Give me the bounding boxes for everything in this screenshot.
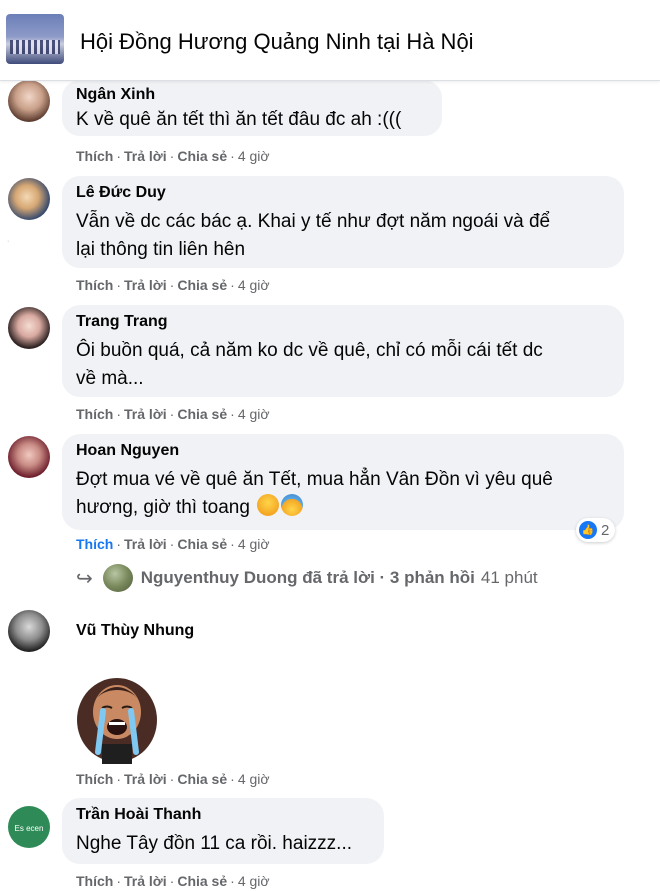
comment-actions: Thích · Trả lời · Chia sẻ · 4 giờ (76, 536, 270, 552)
comment-text: Vẫn về dc các bác ạ. Khai y tế như đợt n… (76, 211, 551, 232)
group-cover-thumbnail[interactable] (6, 14, 64, 64)
share-link[interactable]: Chia sẻ (177, 277, 227, 293)
comment-author[interactable]: Trần Hoài Thanh (76, 806, 201, 824)
comment-bubble: Lê Đức Duy Vẫn về dc các bác ạ. Khai y t… (62, 176, 624, 268)
share-link[interactable]: Chia sẻ (177, 536, 227, 552)
comment-bubble: Ngân Xinh K về quê ăn tết thì ăn tết đâu… (62, 80, 442, 136)
comment-text: lại thông tin liên hên (76, 239, 246, 260)
comment-actions: Thích · Trả lời · Chia sẻ · 4 giờ (76, 873, 270, 889)
comment-time[interactable]: 4 giờ (238, 148, 270, 164)
comment-time[interactable]: 4 giờ (238, 771, 270, 787)
comment-author[interactable]: Ngân Xinh (76, 86, 155, 104)
comment-author[interactable]: Hoan Nguyen (76, 442, 179, 460)
like-icon: 👍 (579, 521, 597, 539)
like-link[interactable]: Thích (76, 148, 113, 164)
reply-link[interactable]: Trả lời (124, 873, 167, 889)
comment-text: Nghe Tây đồn 11 ca rồi. haizzz... (76, 833, 353, 854)
logo-icon: Es ecen (15, 824, 44, 833)
comment-actions: Thích · Trả lời · Chia sẻ · 4 giờ (76, 406, 270, 422)
comment-author[interactable]: Lê Đức Duy (76, 184, 166, 202)
share-link[interactable]: Chia sẻ (177, 406, 227, 422)
crying-girl-sticker (77, 678, 157, 764)
comment-time[interactable]: 4 giờ (238, 536, 270, 552)
reply-arrow-icon: ↪ (76, 567, 93, 590)
reply-link[interactable]: Trả lời (124, 277, 167, 293)
reply-summary-time: 41 phút (480, 568, 538, 587)
reply-link[interactable]: Trả lời (124, 148, 167, 164)
comment-actions: Thích · Trả lời · Chia sẻ · 4 giờ (76, 277, 270, 293)
avatar[interactable]: Es ecen (8, 806, 50, 848)
comment-text: về mà... (76, 368, 144, 389)
comment-time[interactable]: 4 giờ (238, 873, 270, 889)
share-link[interactable]: Chia sẻ (177, 148, 227, 164)
crying-face-icon (257, 494, 280, 516)
comment-actions: Thích · Trả lời · Chia sẻ · 4 giờ (76, 148, 270, 164)
comment-text-line: hương, giờ thì toang (76, 497, 250, 518)
share-link[interactable]: Chia sẻ (177, 873, 227, 889)
anxious-face-icon (281, 494, 304, 516)
reply-link[interactable]: Trả lời (124, 536, 167, 552)
comment-text: Ôi buồn quá, cả năm ko dc về quê, chỉ có… (76, 340, 543, 361)
view-replies-link[interactable]: ↪ Nguyenthuy Duong đã trả lời · 3 phản h… (76, 564, 538, 592)
avatar[interactable] (8, 80, 50, 122)
group-title[interactable]: Hội Đồng Hương Quảng Ninh tại Hà Nội (80, 29, 474, 55)
avatar[interactable] (8, 436, 50, 478)
avatar (102, 564, 133, 592)
reply-summary-text[interactable]: Nguyenthuy Duong đã trả lời · 3 phản hồi (141, 568, 475, 588)
comment-author[interactable]: Trang Trang (76, 313, 168, 331)
group-header: Hội Đồng Hương Quảng Ninh tại Hà Nội (0, 0, 660, 81)
share-link[interactable]: Chia sẻ (177, 771, 227, 787)
svg-text:Es ecen: Es ecen (15, 824, 44, 833)
background-ghost-text: · (6, 232, 11, 248)
comment-time[interactable]: 4 giờ (238, 406, 270, 422)
comment-actions: Thích · Trả lời · Chia sẻ · 4 giờ (76, 771, 270, 787)
like-link[interactable]: Thích (76, 771, 113, 787)
avatar[interactable] (8, 610, 50, 652)
reaction-count-number: 2 (601, 521, 610, 539)
like-link[interactable]: Thích (76, 277, 113, 293)
reply-link[interactable]: Trả lời (124, 771, 167, 787)
like-link[interactable]: Thích (76, 406, 113, 422)
like-link[interactable]: Thích (76, 873, 113, 889)
like-link[interactable]: Thích (76, 536, 113, 552)
comment-text: K về quê ăn tết thì ăn tết đâu đc ah :((… (76, 109, 402, 130)
comment-time[interactable]: 4 giờ (238, 277, 270, 293)
reaction-count[interactable]: 👍 2 (576, 518, 616, 542)
comment-text: hương, giờ thì toang (76, 494, 304, 522)
comment-text: Đợt mua vé về quê ăn Tết, mua hẳn Vân Đồ… (76, 469, 553, 490)
avatar[interactable] (8, 178, 50, 220)
reply-link[interactable]: Trả lời (124, 406, 167, 422)
comment-author[interactable]: Vũ Thùy Nhung (76, 622, 194, 640)
comment-bubble: Hoan Nguyen Đợt mua vé về quê ăn Tết, mu… (62, 434, 624, 530)
avatar[interactable] (8, 307, 50, 349)
comment-bubble: Trang Trang Ôi buồn quá, cả năm ko dc về… (62, 305, 624, 397)
comment-bubble: Trần Hoài Thanh Nghe Tây đồn 11 ca rồi. … (62, 798, 384, 864)
